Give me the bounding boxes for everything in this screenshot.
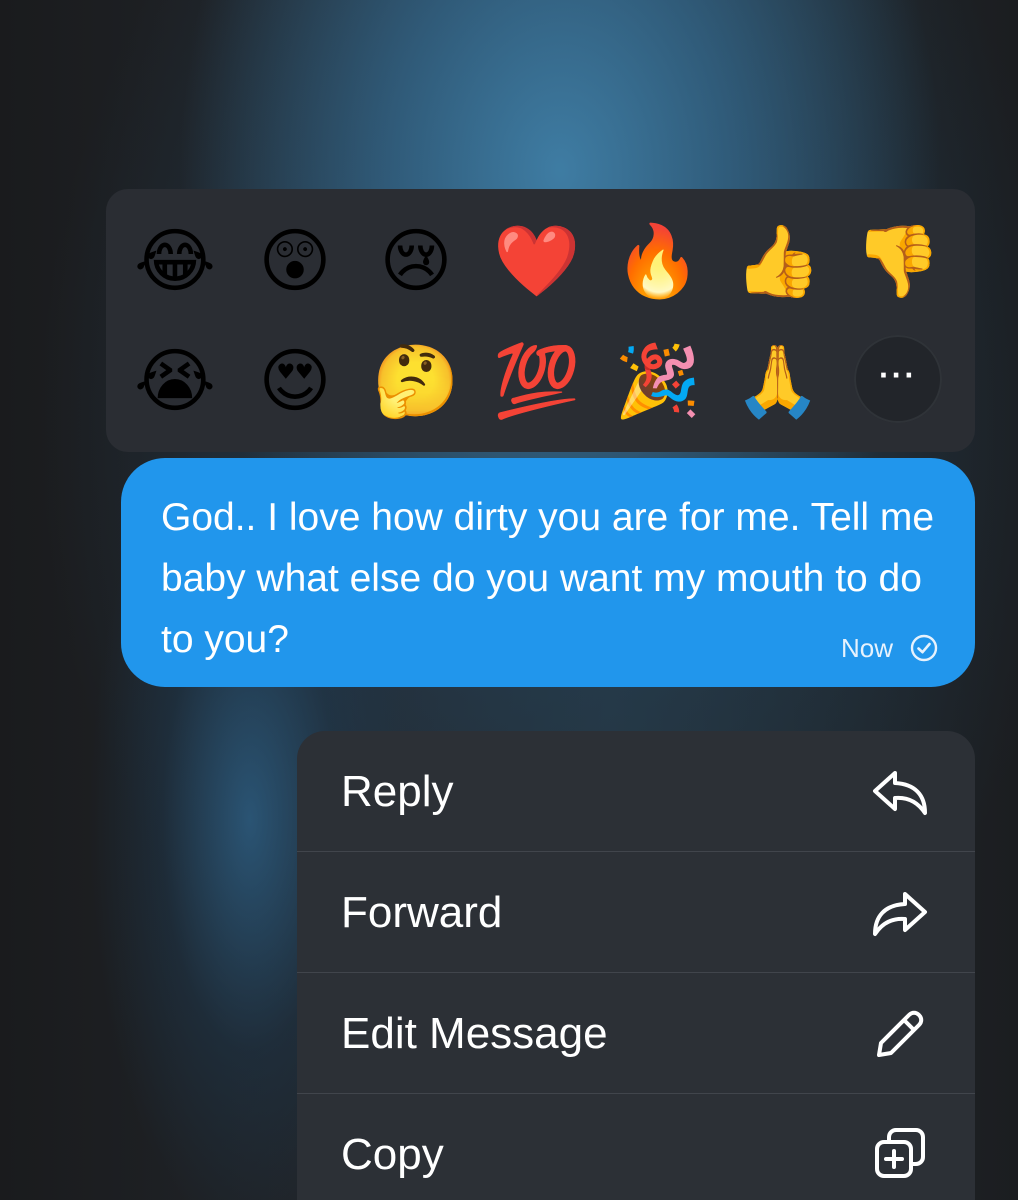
more-reactions-button[interactable]: ···	[854, 335, 942, 423]
pencil-icon	[869, 1003, 931, 1065]
reaction-thumbs-up[interactable]: 👍	[728, 201, 828, 321]
reaction-crying[interactable]: 😢	[366, 201, 466, 321]
menu-item-label: Forward	[341, 888, 503, 937]
copy-icon	[869, 1124, 931, 1186]
reaction-tears-of-joy[interactable]: 😂	[125, 201, 225, 321]
menu-item-edit-message[interactable]: Edit Message	[297, 973, 975, 1093]
reply-icon	[869, 761, 931, 823]
reaction-loudly-crying[interactable]: 😭	[125, 321, 225, 441]
reaction-heart[interactable]: ❤️	[487, 201, 587, 321]
message-context-menu: Reply Forward Edit Message Copy	[297, 731, 975, 1200]
reaction-thinking[interactable]: 🤔	[366, 321, 466, 441]
menu-item-reply[interactable]: Reply	[297, 731, 975, 851]
message-meta: Now	[841, 631, 939, 665]
reaction-fire[interactable]: 🔥	[608, 201, 708, 321]
chat-context-overlay: 😂 😲 😢 ❤️ 🔥 👍 👎 😭 😍 🤔 💯 🎉 🙏 ··· God.. I l…	[0, 0, 1018, 1200]
reaction-heart-eyes[interactable]: 😍	[245, 321, 345, 441]
reaction-row-2: 😭 😍 🤔 💯 🎉 🙏 ···	[106, 321, 975, 441]
check-circle-icon	[909, 633, 939, 663]
menu-item-label: Reply	[341, 767, 454, 816]
menu-item-forward[interactable]: Forward	[297, 852, 975, 972]
reaction-picker: 😂 😲 😢 ❤️ 🔥 👍 👎 😭 😍 🤔 💯 🎉 🙏 ···	[106, 189, 975, 452]
message-time: Now	[840, 632, 893, 663]
reaction-folded-hands[interactable]: 🙏	[728, 321, 828, 441]
menu-item-copy[interactable]: Copy	[297, 1094, 975, 1200]
message-text: God.. I love how dirty you are for me. T…	[161, 496, 935, 661]
menu-item-label: Copy	[341, 1130, 444, 1179]
reaction-party-popper[interactable]: 🎉	[608, 321, 708, 441]
message-bubble[interactable]: God.. I love how dirty you are for me. T…	[121, 458, 975, 687]
menu-item-label: Edit Message	[341, 1009, 608, 1058]
reaction-thumbs-down[interactable]: 👎	[848, 201, 948, 321]
reaction-astonished[interactable]: 😲	[245, 201, 345, 321]
reaction-row-1: 😂 😲 😢 ❤️ 🔥 👍 👎	[106, 201, 975, 321]
reaction-hundred[interactable]: 💯	[487, 321, 587, 441]
forward-icon	[869, 882, 931, 944]
